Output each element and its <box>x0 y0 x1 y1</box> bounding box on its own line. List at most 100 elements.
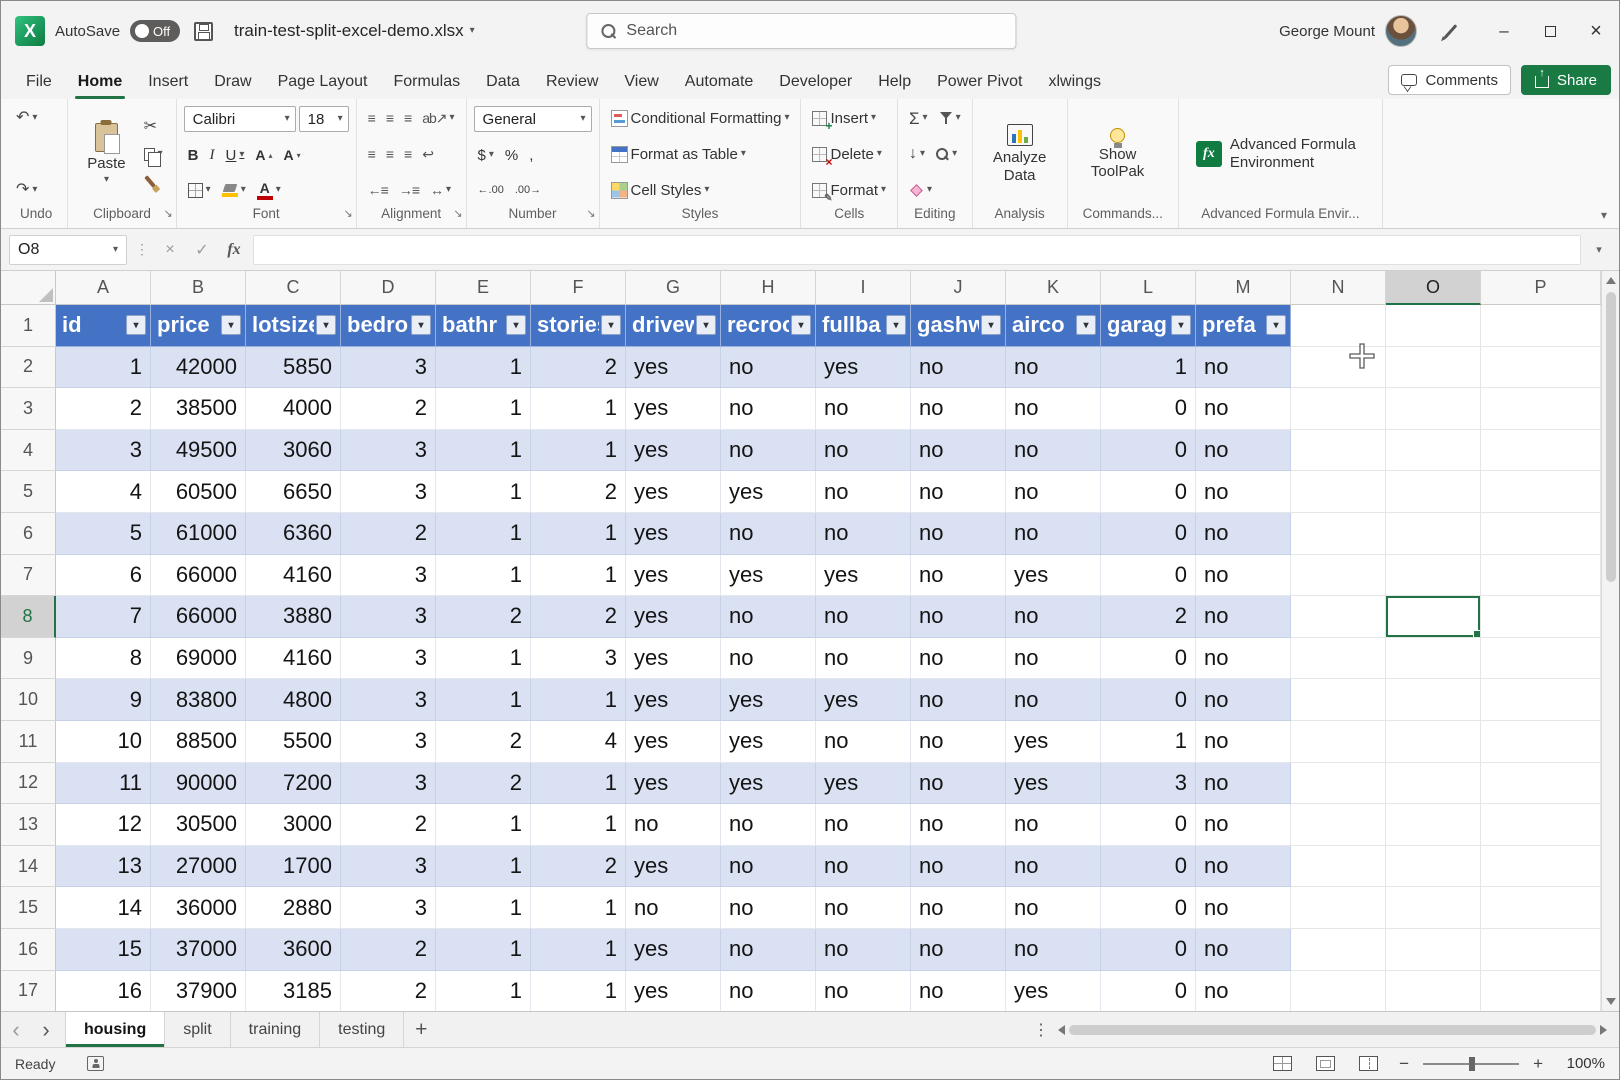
cell-D12[interactable]: 3 <box>341 763 436 805</box>
cell-O7[interactable] <box>1386 555 1481 597</box>
cell-A11[interactable]: 10 <box>56 721 151 763</box>
cell-M8[interactable]: no <box>1196 596 1291 638</box>
cell-N6[interactable] <box>1291 513 1386 555</box>
cell-P9[interactable] <box>1481 638 1601 680</box>
ribbon-tab-developer[interactable]: Developer <box>766 65 865 99</box>
cell-F3[interactable]: 1 <box>531 388 626 430</box>
column-header-M[interactable]: M <box>1196 271 1291 305</box>
cell-K9[interactable]: no <box>1006 638 1101 680</box>
ribbon-tab-data[interactable]: Data <box>473 65 533 99</box>
copy-button[interactable]: ▾ <box>140 142 167 166</box>
cell-P3[interactable] <box>1481 388 1601 430</box>
cell-P7[interactable] <box>1481 555 1601 597</box>
cell-M15[interactable]: no <box>1196 887 1291 929</box>
increase-font-size-button[interactable]: A▴ <box>251 143 276 167</box>
zoom-level[interactable]: 100% <box>1557 1055 1605 1072</box>
cell-M7[interactable]: no <box>1196 555 1291 597</box>
cell-L5[interactable]: 0 <box>1101 471 1196 513</box>
cell-P13[interactable] <box>1481 804 1601 846</box>
cell-H17[interactable]: no <box>721 971 816 1012</box>
alignment-dialog-launcher-icon[interactable]: ↘ <box>453 207 462 220</box>
cell-N14[interactable] <box>1291 846 1386 888</box>
cell-N3[interactable] <box>1291 388 1386 430</box>
cell-styles-button[interactable]: Cell Styles▾ <box>607 178 794 202</box>
row-header-12[interactable]: 12 <box>1 763 56 805</box>
cell-H5[interactable]: yes <box>721 471 816 513</box>
cell-L17[interactable]: 0 <box>1101 971 1196 1012</box>
cell-H13[interactable]: no <box>721 804 816 846</box>
cell-J12[interactable]: no <box>911 763 1006 805</box>
cell-G2[interactable]: yes <box>626 347 721 389</box>
cell-L4[interactable]: 0 <box>1101 430 1196 472</box>
cell-L9[interactable]: 0 <box>1101 638 1196 680</box>
column-header-H[interactable]: H <box>721 271 816 305</box>
decrease-font-size-button[interactable]: A▾ <box>280 143 305 167</box>
cell-O12[interactable] <box>1386 763 1481 805</box>
cell-G9[interactable]: yes <box>626 638 721 680</box>
cell-M9[interactable]: no <box>1196 638 1291 680</box>
cell-N12[interactable] <box>1291 763 1386 805</box>
ribbon-tab-review[interactable]: Review <box>533 65 611 99</box>
cell-O10[interactable] <box>1386 679 1481 721</box>
sheet-nav-left-icon[interactable]: ‹ <box>1 1012 31 1047</box>
cell-D7[interactable]: 3 <box>341 555 436 597</box>
ribbon-tab-page-layout[interactable]: Page Layout <box>265 65 381 99</box>
cell-I14[interactable]: no <box>816 846 911 888</box>
cell-J9[interactable]: no <box>911 638 1006 680</box>
insert-cells-button[interactable]: +Insert▾ <box>808 106 890 130</box>
italic-button[interactable]: I <box>206 143 219 167</box>
cell-D17[interactable]: 2 <box>341 971 436 1012</box>
cell-E9[interactable]: 1 <box>436 638 531 680</box>
zoom-slider[interactable] <box>1423 1063 1519 1065</box>
cell-J8[interactable]: no <box>911 596 1006 638</box>
autosum-button[interactable]: Σ▾ <box>905 106 932 130</box>
cell-I1[interactable]: fullba▾ <box>816 305 911 347</box>
collapse-ribbon-button[interactable]: ▾ <box>1601 208 1607 222</box>
cell-B4[interactable]: 49500 <box>151 430 246 472</box>
cell-M5[interactable]: no <box>1196 471 1291 513</box>
top-align-button[interactable]: ≡ <box>364 106 379 130</box>
cell-C8[interactable]: 3880 <box>246 596 341 638</box>
cell-F13[interactable]: 1 <box>531 804 626 846</box>
row-header-16[interactable]: 16 <box>1 929 56 971</box>
cell-B2[interactable]: 42000 <box>151 347 246 389</box>
cell-M4[interactable]: no <box>1196 430 1291 472</box>
cell-N5[interactable] <box>1291 471 1386 513</box>
cell-C3[interactable]: 4000 <box>246 388 341 430</box>
cell-I6[interactable]: no <box>816 513 911 555</box>
row-header-9[interactable]: 9 <box>1 638 56 680</box>
cell-I2[interactable]: yes <box>816 347 911 389</box>
expand-formula-bar-icon[interactable]: ▾ <box>1587 243 1611 256</box>
row-header-5[interactable]: 5 <box>1 471 56 513</box>
cell-H1[interactable]: recroo▾ <box>721 305 816 347</box>
vertical-scroll-thumb[interactable] <box>1606 292 1616 582</box>
scroll-left-icon[interactable] <box>1058 1025 1065 1035</box>
cell-K4[interactable]: no <box>1006 430 1101 472</box>
cell-I12[interactable]: yes <box>816 763 911 805</box>
column-header-F[interactable]: F <box>531 271 626 305</box>
cell-I10[interactable]: yes <box>816 679 911 721</box>
cell-A9[interactable]: 8 <box>56 638 151 680</box>
fill-color-button[interactable]: ▾ <box>218 178 250 202</box>
cell-L10[interactable]: 0 <box>1101 679 1196 721</box>
cell-L16[interactable]: 0 <box>1101 929 1196 971</box>
cell-M1[interactable]: prefa▾ <box>1196 305 1291 347</box>
cell-D3[interactable]: 2 <box>341 388 436 430</box>
cell-G15[interactable]: no <box>626 887 721 929</box>
insert-function-icon[interactable]: fx <box>221 241 247 259</box>
filter-dropdown-button[interactable]: ▾ <box>696 315 716 335</box>
cell-B1[interactable]: price▾ <box>151 305 246 347</box>
cell-O3[interactable] <box>1386 388 1481 430</box>
cell-N9[interactable] <box>1291 638 1386 680</box>
cell-I7[interactable]: yes <box>816 555 911 597</box>
sheet-tab-testing[interactable]: testing <box>320 1012 404 1047</box>
cell-E4[interactable]: 1 <box>436 430 531 472</box>
cell-N11[interactable] <box>1291 721 1386 763</box>
cell-C2[interactable]: 5850 <box>246 347 341 389</box>
find-select-button[interactable]: ▾ <box>932 142 961 166</box>
cell-M3[interactable]: no <box>1196 388 1291 430</box>
format-cells-button[interactable]: ✎Format▾ <box>808 178 890 202</box>
row-header-3[interactable]: 3 <box>1 388 56 430</box>
column-header-I[interactable]: I <box>816 271 911 305</box>
font-dialog-launcher-icon[interactable]: ↘ <box>343 207 352 220</box>
